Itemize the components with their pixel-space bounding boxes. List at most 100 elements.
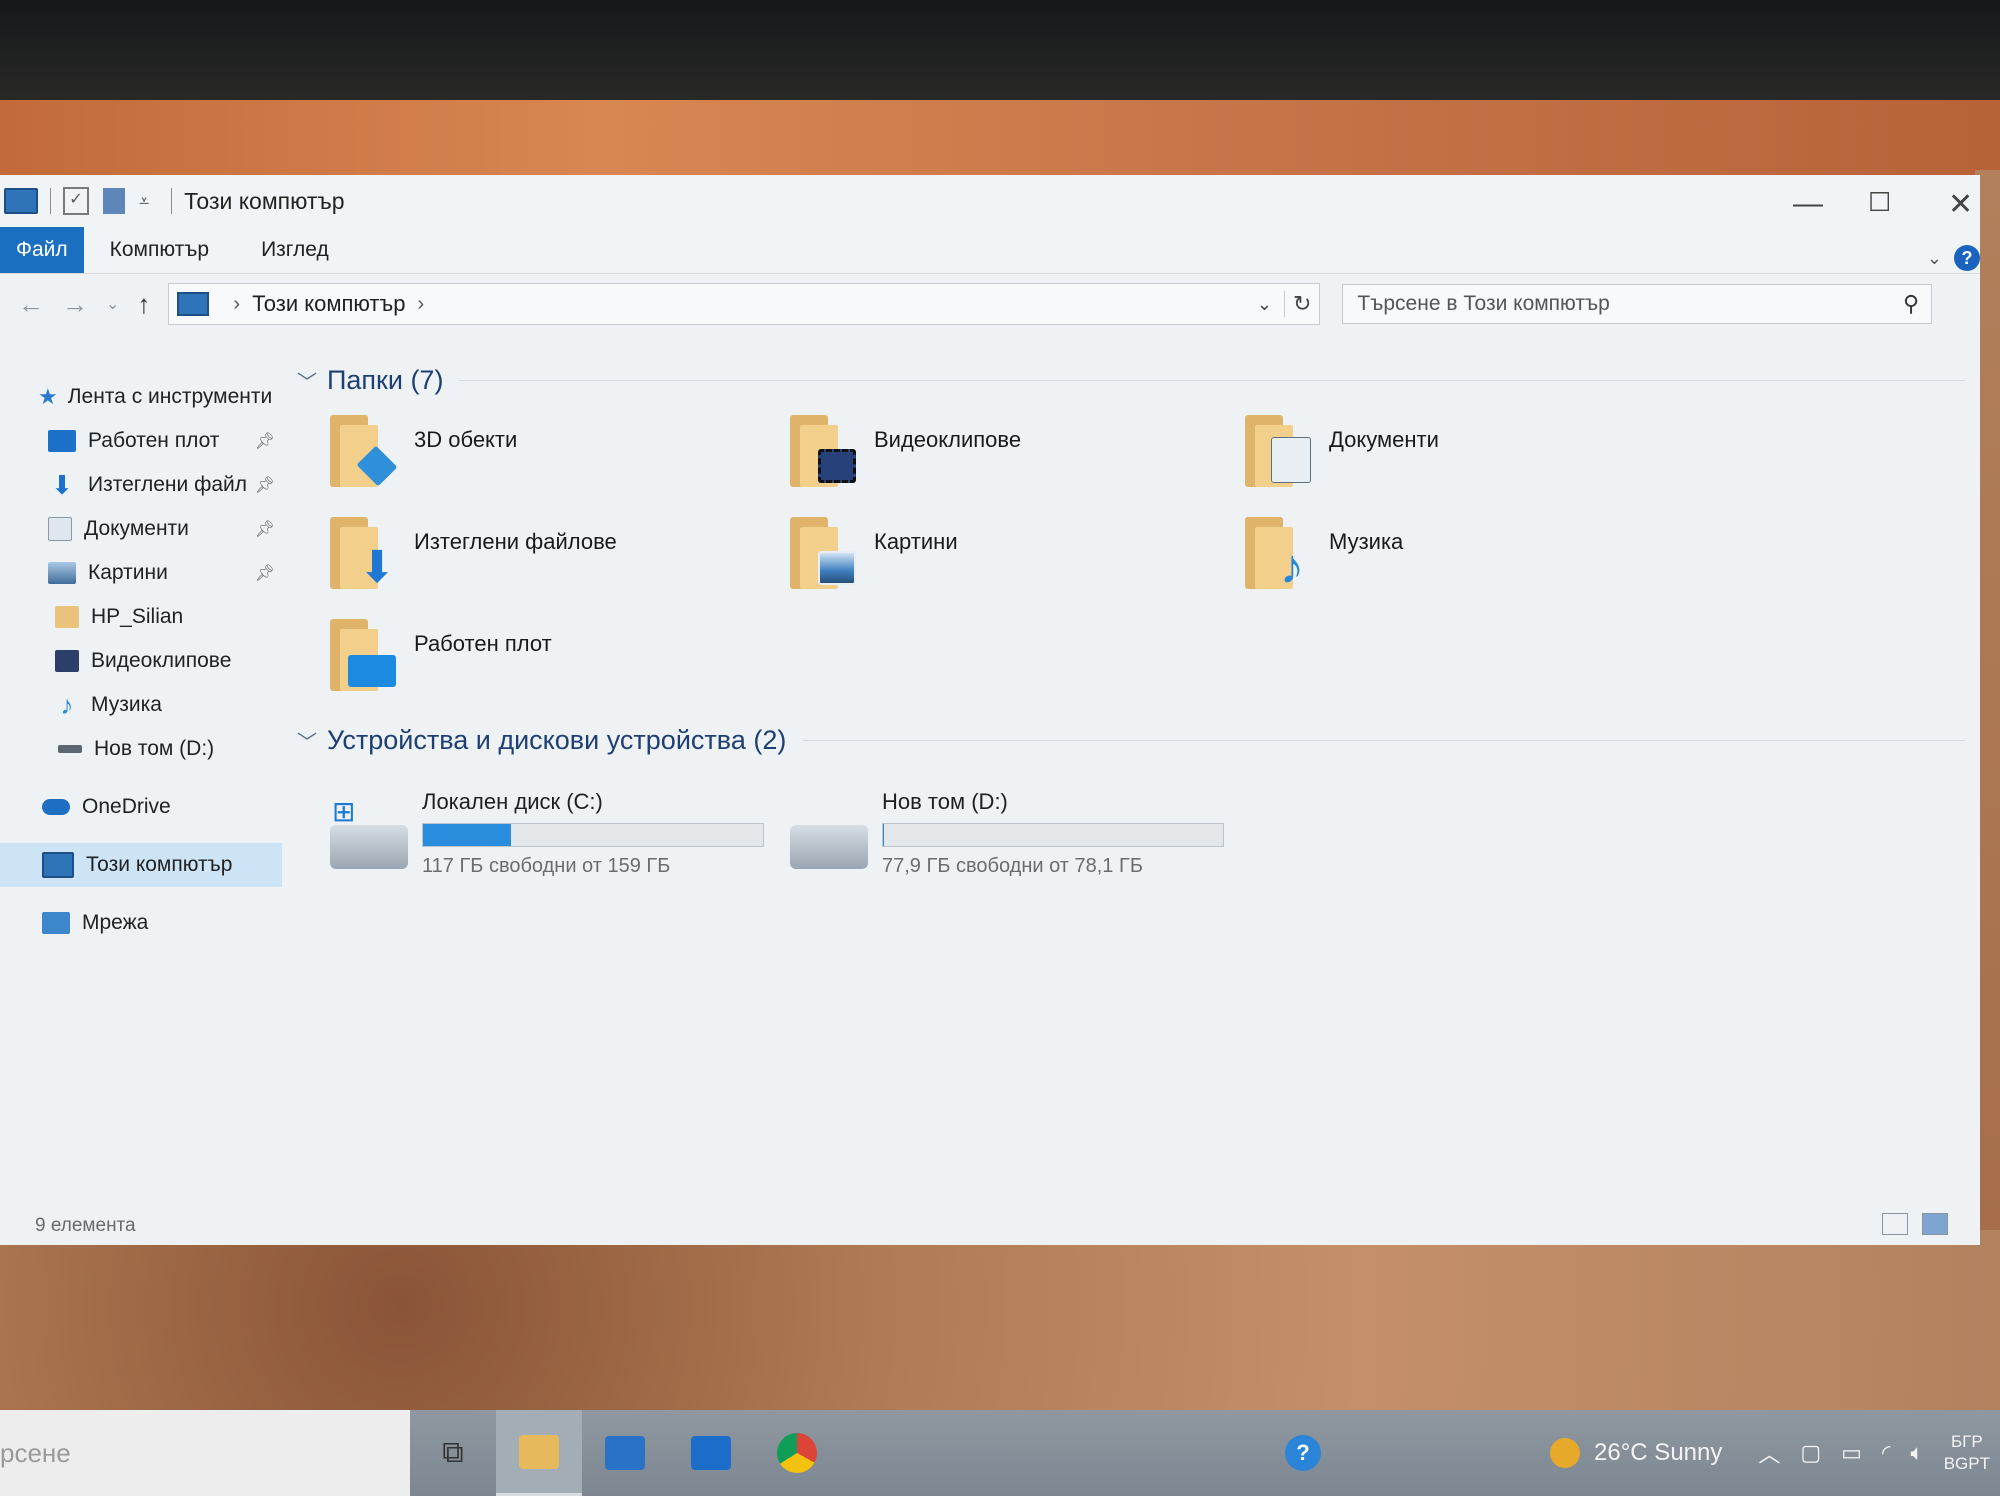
folder-tile-desktop[interactable]: Работен плот (330, 619, 790, 695)
chevron-up-icon[interactable]: ︿ (1758, 1437, 1780, 1469)
ribbon-tabs: Файл Компютър Изглед (0, 227, 1980, 274)
volume-icon[interactable]: 🔈︎ (1911, 1440, 1924, 1466)
nav-item-music[interactable]: ♪ Музика (0, 683, 285, 727)
properties-quick-access-icon[interactable]: ✓ (63, 187, 89, 215)
details-view-icon[interactable] (1882, 1213, 1908, 1235)
nav-network[interactable]: Мрежа (0, 901, 285, 945)
folder-label: Документи (1329, 427, 1439, 452)
collapse-chevron-icon[interactable]: ﹀ (297, 726, 317, 755)
folder-tile-music[interactable]: ♪ Музика (1245, 517, 1705, 593)
folder-grid: 3D обекти Видеоклипове Документи ⬇ Изтег… (330, 415, 1965, 695)
folders-header-label: Папки (7) (327, 364, 444, 395)
breadcrumb-this-pc[interactable]: Този компютър (252, 291, 405, 317)
title-bar: ✓ ⩡ Този компютър — ☐ ✕ (0, 175, 1980, 227)
nav-item-drive-d[interactable]: Нов том (D:) (0, 727, 285, 771)
ribbon-right-controls: ⌄ ? (1927, 245, 1980, 271)
nav-item-desktop[interactable]: Работен плот 📌︎ (0, 419, 285, 463)
pin-icon[interactable]: 📌︎ (255, 475, 275, 495)
up-arrow-icon[interactable]: ↑ (137, 289, 150, 320)
language-top: БГР (1951, 1432, 1983, 1451)
tab-computer[interactable]: Компютър (84, 227, 235, 273)
nav-item-label: Документи (84, 517, 189, 540)
file-explorer-taskbar-button[interactable] (496, 1410, 582, 1496)
chrome-taskbar-button[interactable] (754, 1410, 840, 1496)
taskbar-search-box[interactable]: рсене (0, 1410, 410, 1496)
expand-ribbon-icon[interactable]: ⌄ (1927, 248, 1942, 269)
folder-icon (55, 606, 79, 628)
search-box[interactable]: Търсене в Този компютър ⚲ (1342, 284, 1933, 324)
pictures-icon (790, 517, 856, 589)
wifi-icon[interactable]: ◜ (1882, 1440, 1891, 1466)
back-arrow-icon[interactable]: ← (18, 289, 44, 320)
minimize-button[interactable]: — (1793, 187, 1823, 221)
pin-icon[interactable]: 📌︎ (255, 563, 275, 583)
drive-name: Локален диск (C:) (422, 789, 603, 814)
nav-item-hp-silian[interactable]: HP_Silian (0, 595, 285, 639)
drives-group-header[interactable]: ﹀ Устройства и дискови устройства (2) (285, 715, 1965, 765)
store-taskbar-button[interactable] (582, 1410, 668, 1496)
navigation-pane: ★ Лента с инструменти Работен плот 📌︎ ⬇ … (0, 375, 285, 1175)
nav-this-pc[interactable]: Този компютър (0, 843, 282, 887)
help-button[interactable]: ? (1954, 245, 1980, 271)
computer-icon (177, 292, 210, 316)
nav-quick-access-label: Лента с инструменти (67, 385, 273, 408)
large-icons-view-icon[interactable] (1922, 1213, 1948, 1235)
drive-tile-d[interactable]: Нов том (D:) 77,9 ГБ свободни от 78,1 ГБ (790, 785, 1250, 878)
folders-group-header[interactable]: ﹀ Папки (7) (285, 355, 1965, 405)
input-language[interactable]: БГР BGPT (1944, 1431, 1990, 1475)
nav-onedrive[interactable]: OneDrive (0, 785, 285, 829)
battery-icon[interactable]: ▭ (1841, 1440, 1862, 1466)
pin-icon[interactable]: 📌︎ (255, 519, 275, 539)
nav-item-label: Музика (91, 693, 162, 716)
folder-tile-3d-objects[interactable]: 3D обекти (330, 415, 790, 491)
nav-item-documents[interactable]: Документи 📌︎ (0, 507, 285, 551)
title-separator (50, 188, 51, 214)
folder-tile-downloads[interactable]: ⬇ Изтеглени файлове (330, 517, 790, 593)
nav-quick-access[interactable]: ★ Лента с инструменти (0, 375, 285, 419)
maximize-button[interactable]: ☐ (1868, 187, 1891, 218)
folder-tile-videos[interactable]: Видеоклипове (790, 415, 1245, 491)
star-icon: ★ (38, 384, 58, 409)
nav-network-label: Мрежа (82, 911, 149, 934)
drive-usage-bar (422, 823, 764, 847)
forward-arrow-icon[interactable]: → (62, 289, 88, 320)
music-icon: ♪ (60, 690, 74, 720)
tab-view[interactable]: Изглед (235, 227, 355, 273)
content-pane: ﹀ Папки (7) 3D обекти Видеоклипове Докум… (285, 355, 1965, 1185)
folder-tile-documents[interactable]: Документи (1245, 415, 1705, 491)
nav-item-downloads[interactable]: ⬇ Изтеглени файл 📌︎ (0, 463, 285, 507)
refresh-icon[interactable]: ↻ (1283, 291, 1319, 317)
address-dropdown-icon[interactable]: ⌄ (1257, 294, 1272, 315)
search-icon[interactable]: ⚲ (1903, 291, 1919, 317)
tab-file[interactable]: Файл (0, 227, 84, 273)
file-explorer-window: ✓ ⩡ Този компютър — ☐ ✕ Файл Компютър Из… (0, 175, 1980, 1245)
meet-now-icon[interactable]: ▢ (1800, 1440, 1821, 1466)
close-button[interactable]: ✕ (1948, 187, 1973, 222)
wallpaper-bottom (0, 1230, 2000, 1420)
search-placeholder: Търсене в Този компютър (1357, 292, 1610, 315)
pin-icon[interactable]: 📌︎ (255, 431, 275, 451)
quick-access-dropdown-icon[interactable]: ⩡ (139, 191, 149, 212)
folder-tile-pictures[interactable]: Картини (790, 517, 1245, 593)
address-bar[interactable]: › Този компютър › ⌄ ↻ (168, 283, 1321, 325)
nav-item-pictures[interactable]: Картини 📌︎ (0, 551, 285, 595)
help-taskbar-button[interactable]: ? (1260, 1410, 1346, 1496)
outlook-taskbar-button[interactable] (668, 1410, 754, 1496)
weather-sun-icon[interactable] (1550, 1438, 1581, 1468)
drive-tile-c[interactable]: ⊞ Локален диск (C:) 117 ГБ свободни от 1… (330, 785, 790, 878)
title-separator-2 (171, 188, 173, 214)
nav-item-label: Изтеглени файл (88, 473, 248, 496)
nav-item-videos[interactable]: Видеоклипове (0, 639, 285, 683)
windows-logo-icon: ⊞ (332, 796, 356, 827)
documents-icon (48, 517, 72, 541)
task-view-button[interactable]: ⧉ (410, 1410, 496, 1496)
collapse-chevron-icon[interactable]: ﹀ (297, 366, 317, 395)
file-explorer-icon (519, 1434, 559, 1469)
recent-locations-icon[interactable]: ⌄ (106, 294, 119, 314)
new-folder-quick-access-icon[interactable] (103, 188, 125, 214)
weather-text[interactable]: 26°C Sunny (1594, 1439, 1722, 1467)
folder-label: Музика (1329, 529, 1404, 554)
breadcrumb-separator[interactable]: › (418, 293, 425, 316)
store-icon (605, 1436, 645, 1470)
group-divider (459, 379, 1965, 381)
